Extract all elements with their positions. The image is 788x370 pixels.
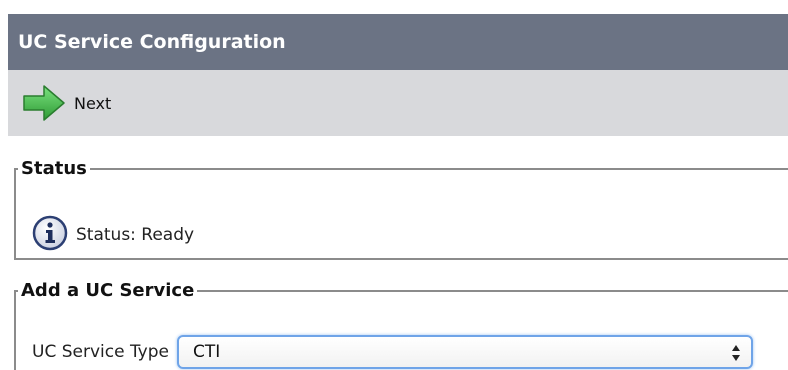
info-icon: [32, 215, 68, 255]
select-updown-icon: [731, 343, 741, 363]
page-title: UC Service Configuration: [8, 14, 788, 70]
uc-service-type-label: UC Service Type: [32, 342, 169, 362]
add-uc-service-legend: Add a UC Service: [21, 280, 195, 301]
uc-service-type-value: CTI: [193, 342, 221, 362]
next-button[interactable]: Next: [22, 82, 111, 124]
status-section: Status Status: Ready: [14, 158, 788, 260]
uc-service-type-select[interactable]: CTI: [177, 335, 753, 369]
uc-service-configuration-page: UC Service Configuration Next Status Sta…: [0, 0, 788, 370]
green-arrow-icon: [22, 84, 66, 122]
add-uc-service-section: Add a UC Service UC Service Type CTI: [14, 280, 788, 370]
toolbar: Next: [8, 70, 788, 136]
next-label: Next: [74, 93, 112, 113]
status-text: Status: Ready: [76, 225, 195, 245]
status-legend: Status: [21, 158, 87, 179]
uc-service-type-row: UC Service Type CTI: [32, 335, 753, 369]
status-row: Status: Ready: [32, 215, 194, 255]
